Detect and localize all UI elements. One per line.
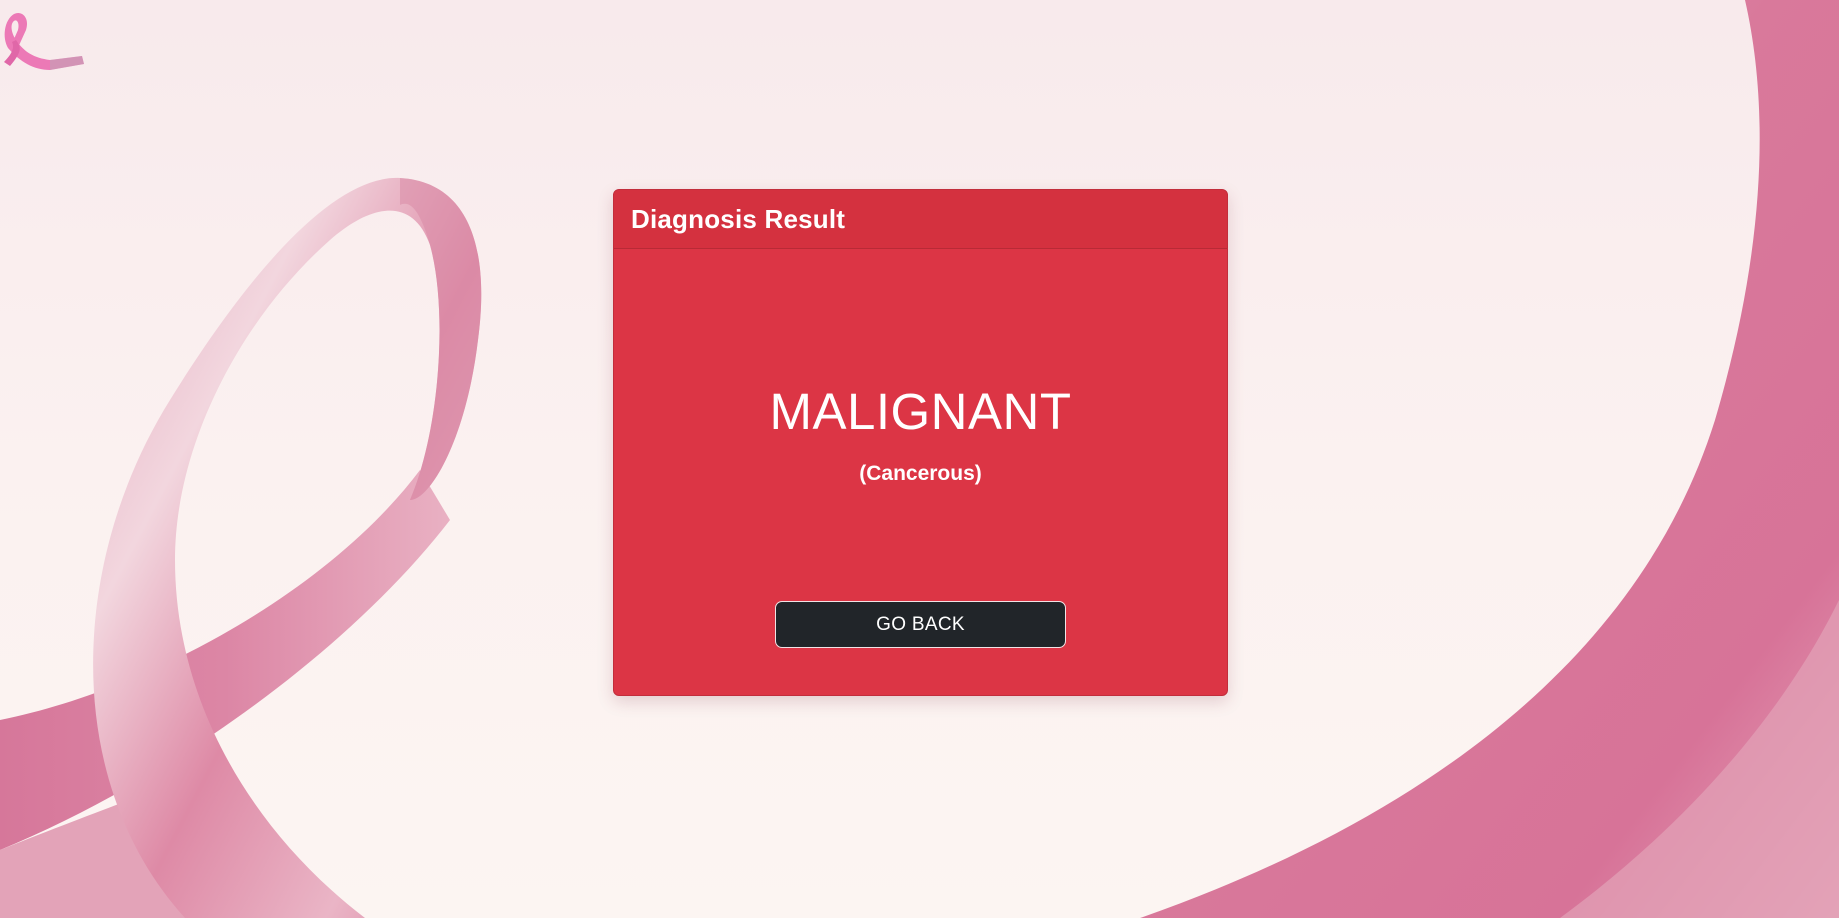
card-title: Diagnosis Result	[631, 203, 846, 234]
diagnosis-result-detail: (Cancerous)	[859, 462, 982, 485]
pink-ribbon-icon	[4, 12, 84, 71]
go-back-button[interactable]: GO BACK	[775, 601, 1066, 648]
diagnosis-result-text: MALIGNANT	[769, 383, 1072, 440]
diagnosis-result-card: Diagnosis Result MALIGNANT (Cancerous) G…	[613, 189, 1228, 696]
card-header: Diagnosis Result	[614, 190, 1227, 249]
